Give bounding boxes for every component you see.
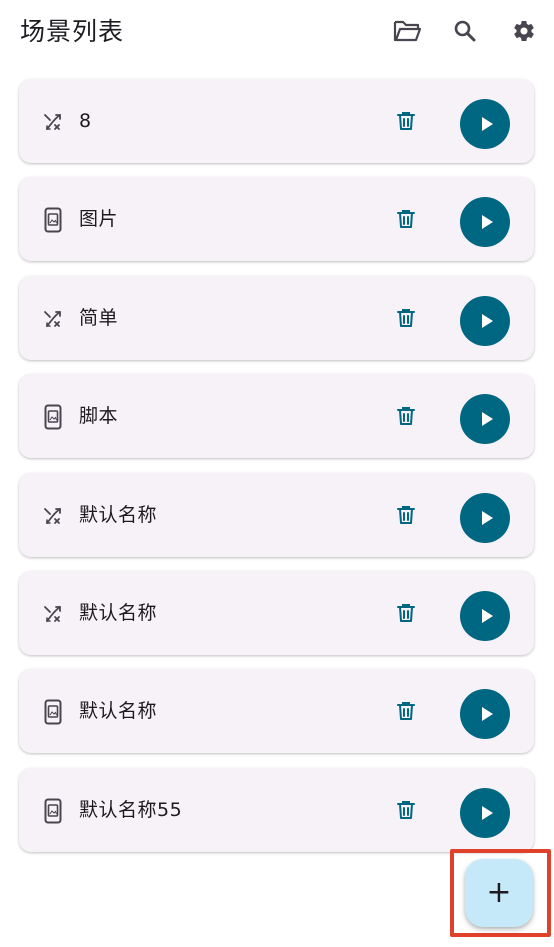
scene-card[interactable]: 默认名称 (19, 669, 534, 753)
scene-name: 脚本 (79, 405, 119, 427)
phone-screenshot-icon (43, 699, 63, 725)
scene-card[interactable]: 默认名称55 (19, 768, 534, 852)
scene-card[interactable]: 8 (19, 79, 534, 163)
delete-scene-button[interactable] (394, 603, 418, 627)
delete-scene-button[interactable] (394, 209, 418, 233)
scene-name: 简单 (79, 307, 119, 329)
play-icon (479, 607, 495, 625)
delete-scene-button[interactable] (394, 111, 418, 135)
phone-screenshot-icon (43, 798, 63, 824)
trash-icon (397, 209, 415, 233)
play-icon (479, 509, 495, 527)
settings-gear-icon (514, 21, 534, 42)
scene-name: 图片 (79, 208, 119, 230)
folder-open-button[interactable] (390, 14, 424, 48)
plus-icon: + (486, 875, 512, 910)
trash-icon (397, 505, 415, 529)
play-icon (479, 115, 495, 133)
play-icon (479, 804, 495, 822)
play-icon (479, 312, 495, 330)
shuffle-cross-icon (43, 308, 63, 330)
trash-icon (397, 406, 415, 430)
trash-icon (397, 800, 415, 824)
play-icon (479, 213, 495, 231)
app-root: 场景列表 8 图片 简单 脚本 默认名称 默认名称 默认名称 默认名称55 + (0, 0, 554, 947)
scene-name: 默认名称55 (79, 799, 183, 821)
play-icon (479, 705, 495, 723)
add-scene-fab[interactable]: + (465, 859, 533, 927)
page-title: 场景列表 (20, 17, 125, 46)
scene-card[interactable]: 默认名称 (19, 571, 534, 655)
trash-icon (397, 701, 415, 725)
search-button[interactable] (448, 14, 482, 48)
scene-name: 默认名称 (79, 700, 158, 722)
scene-card[interactable]: 简单 (19, 276, 534, 360)
scene-name: 默认名称 (79, 602, 158, 624)
scene-card[interactable]: 图片 (19, 177, 534, 261)
run-scene-button[interactable] (460, 99, 510, 149)
delete-scene-button[interactable] (394, 505, 418, 529)
run-scene-button[interactable] (460, 394, 510, 444)
trash-icon (397, 308, 415, 332)
phone-screenshot-icon (43, 207, 63, 233)
settings-button[interactable] (507, 14, 541, 48)
play-icon (479, 410, 495, 428)
shuffle-cross-icon (43, 505, 63, 527)
trash-icon (397, 603, 415, 627)
delete-scene-button[interactable] (394, 800, 418, 824)
folder-open-icon (393, 20, 421, 42)
scene-card[interactable]: 默认名称 (19, 473, 534, 557)
run-scene-button[interactable] (460, 493, 510, 543)
run-scene-button[interactable] (460, 788, 510, 838)
trash-icon (397, 111, 415, 135)
shuffle-cross-icon (43, 603, 63, 625)
scene-name: 默认名称 (79, 504, 158, 526)
run-scene-button[interactable] (460, 689, 510, 739)
top-app-bar: 场景列表 (0, 0, 554, 64)
run-scene-button[interactable] (460, 197, 510, 247)
run-scene-button[interactable] (460, 591, 510, 641)
run-scene-button[interactable] (460, 296, 510, 346)
delete-scene-button[interactable] (394, 406, 418, 430)
delete-scene-button[interactable] (394, 701, 418, 725)
shuffle-cross-icon (43, 111, 63, 133)
phone-screenshot-icon (43, 404, 63, 430)
delete-scene-button[interactable] (394, 308, 418, 332)
scene-name: 8 (79, 110, 92, 132)
scene-card[interactable]: 脚本 (19, 374, 534, 458)
search-icon (454, 20, 476, 42)
